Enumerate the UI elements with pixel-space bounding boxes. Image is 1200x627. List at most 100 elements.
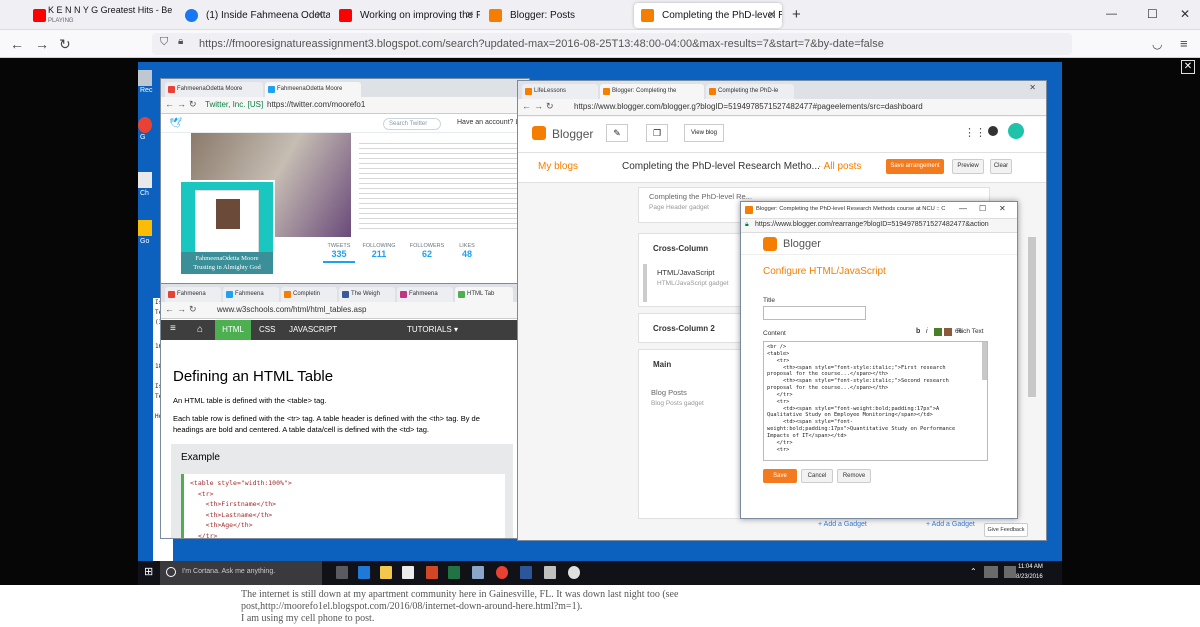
tab-completing-phd[interactable]: Completing the PhD-level Rese ✕: [634, 3, 782, 28]
chrome-tab[interactable]: Fahmeena: [165, 287, 221, 302]
link-icon[interactable]: [934, 328, 942, 336]
network-icon[interactable]: [984, 566, 998, 578]
shield-icon[interactable]: ⛉: [160, 36, 168, 49]
give-feedback-button[interactable]: Give Feedback: [984, 523, 1028, 537]
textarea-scrollbar[interactable]: [982, 342, 987, 380]
forward-icon[interactable]: →: [534, 101, 543, 111]
title-input[interactable]: [763, 306, 866, 320]
chrome-tab[interactable]: FahmeenaOdetta Moore: [265, 82, 361, 97]
maximize-button[interactable]: ☐: [1147, 7, 1158, 21]
back-icon[interactable]: ←: [10, 35, 24, 53]
chrome-icon[interactable]: [496, 566, 508, 579]
chrome-address-bar[interactable]: ← → ↻ Twitter, Inc. [US] https://twitter…: [161, 97, 529, 114]
close-icon[interactable]: ✕: [1029, 83, 1036, 92]
store-icon[interactable]: [402, 566, 414, 579]
new-tab-button[interactable]: +: [792, 6, 801, 23]
content-textarea[interactable]: <br /> <table> <tr> <th><span style="font…: [763, 341, 988, 461]
nav-javascript[interactable]: JAVASCRIPT: [289, 320, 337, 340]
stat-likes[interactable]: LIKES 48: [451, 243, 483, 259]
scrollbar[interactable]: [1028, 237, 1036, 397]
excel-icon[interactable]: [448, 566, 460, 579]
viewer-close-button[interactable]: ✕: [1181, 60, 1195, 74]
stat-following[interactable]: FOLLOWING 211: [359, 243, 399, 259]
start-button-icon[interactable]: ⊞: [144, 565, 153, 578]
tab-kenny-g[interactable]: K E N N Y G Greatest Hits - Be PLAYING: [26, 3, 174, 28]
nav-tutorials[interactable]: TUTORIALS ▾: [407, 320, 458, 340]
edit-icon[interactable]: ✎: [606, 124, 628, 142]
preview-button[interactable]: Preview: [952, 159, 984, 174]
clock-date[interactable]: 8/23/2016: [1016, 574, 1043, 580]
tab-youtube-purple[interactable]: Working on improving the Purp ✕: [332, 3, 480, 28]
back-icon[interactable]: ←: [165, 99, 174, 109]
add-gadget-link[interactable]: + Add a Gadget: [818, 521, 888, 537]
menu-icon[interactable]: ≡: [1180, 35, 1188, 53]
maximize-button[interactable]: ☐: [979, 204, 986, 213]
close-icon[interactable]: ✕: [768, 3, 776, 28]
close-window-button[interactable]: ✕: [1180, 7, 1190, 21]
chrome-tab[interactable]: The Weigh: [339, 287, 395, 302]
chrome-tab[interactable]: Completin: [281, 287, 337, 302]
chrome-address-bar[interactable]: ← → ↻ https://www.blogger.com/blogger.g?…: [518, 99, 1046, 116]
view-blog-button[interactable]: View blog: [684, 124, 724, 142]
powerpoint-icon[interactable]: [426, 566, 438, 579]
chrome-tab[interactable]: Blogger: Completing the: [600, 84, 704, 99]
close-window-button[interactable]: ✕: [999, 204, 1006, 213]
bold-button[interactable]: b: [916, 328, 920, 335]
twitter-bird-icon[interactable]: 🕊︎: [169, 118, 182, 129]
word-icon[interactable]: [520, 566, 532, 579]
task-view-icon[interactable]: [336, 566, 348, 579]
all-posts-link[interactable]: · All posts: [818, 161, 861, 172]
minimize-button[interactable]: —: [959, 204, 967, 213]
chrome-tab[interactable]: Fahmeena: [223, 287, 279, 302]
add-gadget-link[interactable]: + Add a Gadget: [926, 521, 986, 537]
blog-title[interactable]: Completing the PhD-level Research Metho.…: [622, 161, 820, 172]
avatar[interactable]: FahmeenaOdetta Moore Trusting in Almight…: [179, 180, 275, 276]
file-explorer-icon[interactable]: [380, 566, 392, 579]
forward-icon[interactable]: →: [177, 304, 186, 314]
chrome-tab[interactable]: FahmeenaOdetta Moore: [165, 82, 263, 97]
tray-chevron-icon[interactable]: ⌃: [970, 567, 977, 576]
volume-icon[interactable]: [1004, 566, 1016, 578]
copy-icon[interactable]: ❐: [646, 124, 668, 142]
tab-blogger-posts[interactable]: Blogger: Posts: [482, 3, 632, 28]
lock-icon[interactable]: 🔒︎: [178, 36, 183, 47]
reload-icon[interactable]: ↻: [189, 99, 197, 110]
app-icon[interactable]: [544, 566, 556, 579]
menu-icon[interactable]: ≡: [170, 323, 176, 334]
chrome-tab[interactable]: Completing the PhD-le: [706, 84, 794, 99]
back-icon[interactable]: ←: [165, 304, 174, 314]
reload-icon[interactable]: ↻: [546, 101, 554, 112]
forward-icon[interactable]: →: [35, 35, 49, 53]
chrome-tab[interactable]: HTML Tab: [455, 287, 513, 302]
photos-icon[interactable]: [472, 566, 484, 579]
nav-css[interactable]: CSS: [259, 320, 275, 340]
stat-followers[interactable]: FOLLOWERS 62: [407, 243, 447, 259]
chrome-address-bar[interactable]: ← → ↻ www.w3schools.com/html/html_tables…: [161, 302, 519, 319]
clear-button[interactable]: Clear: [990, 159, 1012, 174]
nav-html[interactable]: HTML: [215, 320, 251, 340]
my-blogs-link[interactable]: My blogs: [538, 161, 578, 172]
close-icon[interactable]: ✕: [316, 3, 324, 28]
pocket-icon[interactable]: ◡: [1152, 35, 1162, 53]
clock-time[interactable]: 11:04 AM: [1018, 564, 1043, 570]
apps-grid-icon[interactable]: ⋮⋮: [964, 126, 986, 139]
back-icon[interactable]: ←: [522, 101, 531, 111]
edge-icon[interactable]: [358, 566, 370, 579]
home-icon[interactable]: ⌂: [189, 320, 211, 340]
account-avatar[interactable]: [1008, 123, 1024, 139]
app-icon[interactable]: [568, 566, 580, 579]
chrome-tab[interactable]: LifeLessons: [522, 84, 598, 99]
remove-button[interactable]: Remove: [837, 469, 871, 483]
save-arrangement-button[interactable]: Save arrangement: [886, 159, 944, 174]
rich-text-link[interactable]: Rich Text: [957, 328, 984, 335]
cortana-search-box[interactable]: I'm Cortana. Ask me anything.: [160, 561, 322, 585]
chrome-tab[interactable]: Fahmeena: [397, 287, 453, 302]
save-button[interactable]: Save: [763, 469, 797, 483]
stat-tweets[interactable]: TWEETS 335: [323, 243, 355, 263]
forward-icon[interactable]: →: [177, 99, 186, 109]
popup-address-bar[interactable]: 🔒︎ https://www.blogger.com/rearrange?blo…: [741, 219, 1017, 233]
minimize-button[interactable]: —: [1106, 8, 1117, 20]
blog-text-link[interactable]: post,http://moorefo1el.blogspot.com/2016…: [241, 601, 961, 613]
cancel-button[interactable]: Cancel: [801, 469, 833, 483]
tab-facebook[interactable]: (1) Inside Fahmeena Odetta's H ✕: [178, 3, 330, 28]
